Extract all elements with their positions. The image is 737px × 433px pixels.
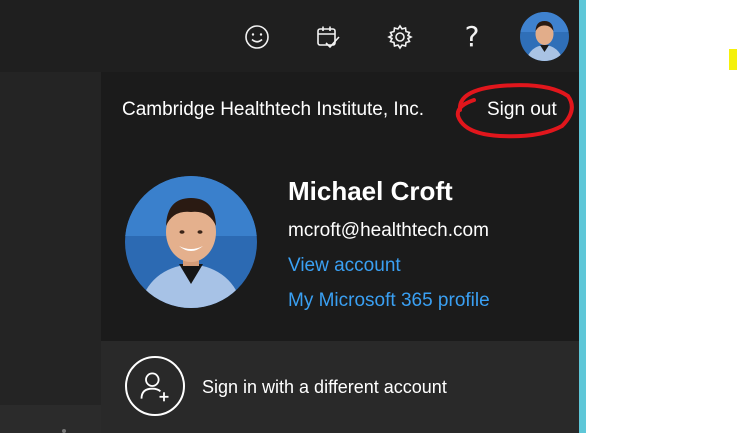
profile-photo — [125, 176, 257, 308]
organization-name: Cambridge Healthtech Institute, Inc. — [122, 99, 425, 120]
switch-account-label: Sign in with a different account — [202, 377, 447, 397]
smiley-icon — [245, 25, 269, 49]
calendar-check-icon — [317, 26, 340, 49]
yellow-highlight-mark — [729, 49, 737, 70]
my-day-button[interactable] — [308, 17, 348, 57]
help-button[interactable]: ? — [452, 17, 492, 57]
help-icon: ? — [464, 20, 480, 53]
microsoft-365-profile-link[interactable]: My Microsoft 365 profile — [288, 290, 490, 312]
left-pane-strip — [0, 405, 101, 433]
accent-border — [579, 0, 586, 433]
add-user-icon — [125, 356, 185, 416]
person-add-icon — [140, 372, 169, 402]
top-bar: ? — [0, 0, 581, 72]
profile-photo-image — [125, 176, 257, 308]
gear-icon — [387, 24, 413, 50]
sign-in-different-account-button[interactable]: Sign in with a different account — [101, 341, 579, 433]
view-account-link[interactable]: View account — [288, 255, 401, 277]
account-panel: Cambridge Healthtech Institute, Inc. Sig… — [101, 72, 579, 433]
outlook-window: ? Cambridge Healthtech Institute, Inc. S… — [0, 0, 581, 433]
sign-out-link[interactable]: Sign out — [487, 99, 557, 121]
avatar — [520, 12, 569, 61]
feedback-button[interactable] — [237, 17, 277, 57]
left-pane — [0, 72, 101, 433]
settings-button[interactable] — [380, 17, 420, 57]
user-name: Michael Croft — [288, 176, 453, 206]
account-avatar-button[interactable] — [520, 12, 569, 61]
left-pane-dot — [62, 429, 66, 433]
user-email: mcroft@healthtech.com — [288, 220, 489, 241]
